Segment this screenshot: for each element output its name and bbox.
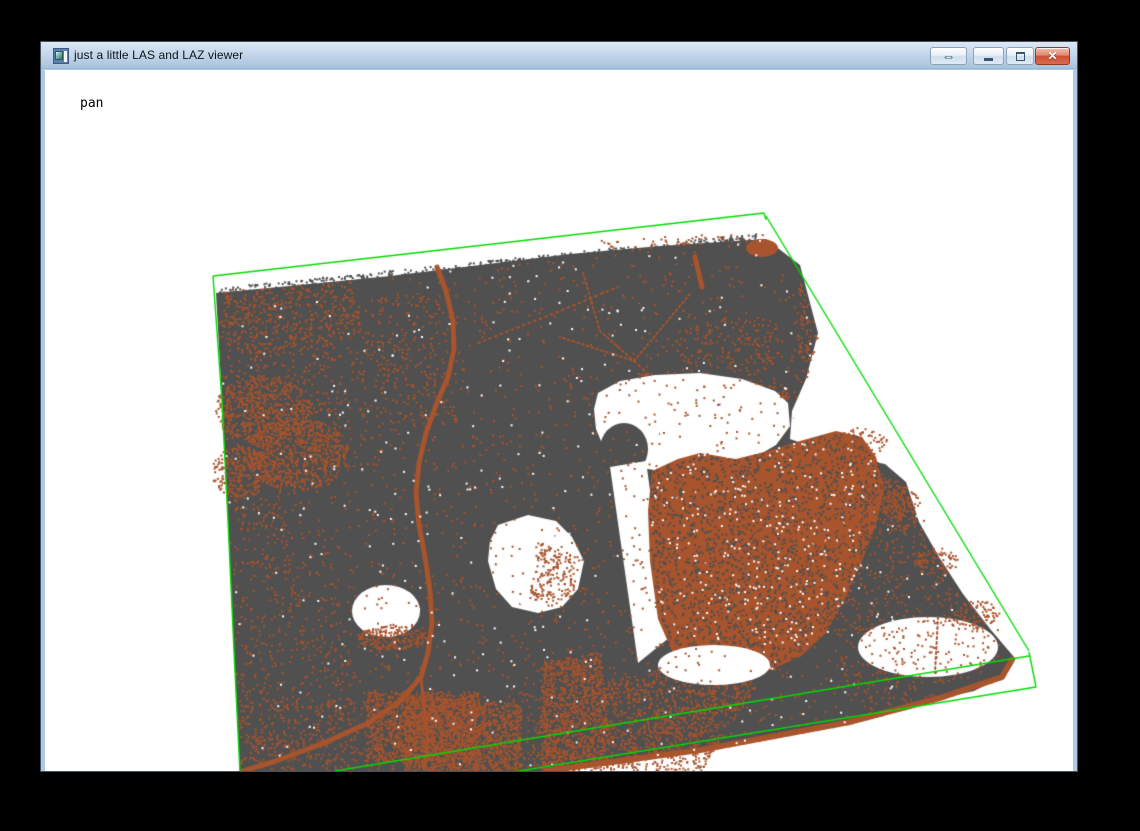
app-window: just a little LAS and LAZ viewer ⇔ ✕ pan (40, 41, 1078, 772)
app-icon (53, 48, 69, 64)
resize-button[interactable]: ⇔ (930, 47, 967, 65)
close-button[interactable]: ✕ (1035, 47, 1070, 65)
maximize-button[interactable] (1006, 47, 1034, 65)
titlebar[interactable]: just a little LAS and LAZ viewer ⇔ ✕ (41, 42, 1077, 69)
close-icon: ✕ (1047, 49, 1057, 63)
minimize-icon (984, 58, 993, 61)
app-icon-pane (64, 51, 67, 62)
viewer-client-area: pan (45, 70, 1073, 771)
resize-arrows-icon: ⇔ (942, 48, 956, 64)
window-title: just a little LAS and LAZ viewer (74, 48, 243, 62)
pan-mode-label: pan (80, 96, 103, 111)
point-cloud-canvas[interactable] (45, 70, 1073, 771)
minimize-button[interactable] (973, 47, 1004, 65)
app-icon-screen (55, 51, 63, 60)
maximize-icon (1016, 52, 1025, 61)
